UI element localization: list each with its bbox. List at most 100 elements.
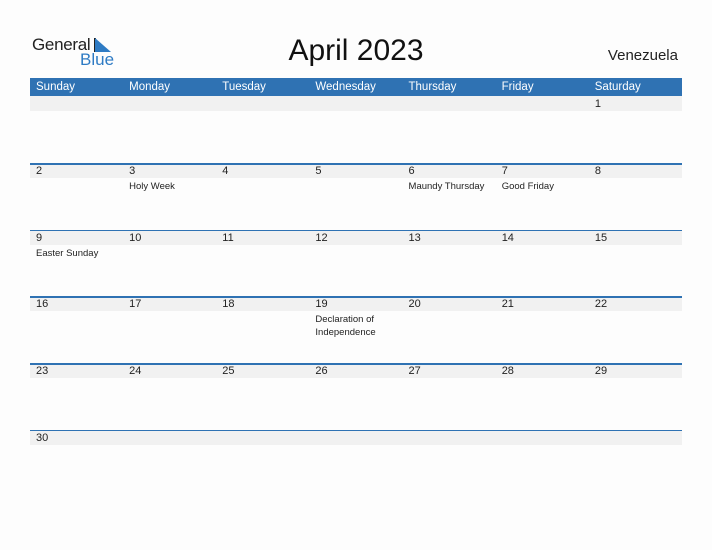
day-cell[interactable]: 7 Good Friday (496, 163, 589, 230)
day-number: 14 (501, 231, 514, 244)
weekday-tuesday: Tuesday (222, 81, 266, 93)
day-cell[interactable]: 11 (216, 230, 309, 297)
day-number: 21 (501, 298, 514, 311)
day-cell (309, 96, 402, 163)
week-row: 1 (30, 96, 682, 163)
day-cell (216, 96, 309, 163)
day-cell[interactable]: 1 (589, 96, 682, 163)
day-number (129, 96, 216, 97)
day-number: 5 (315, 165, 322, 177)
day-number (36, 96, 123, 97)
day-cell[interactable]: 15 (589, 230, 682, 297)
day-number (129, 430, 216, 431)
day-cell[interactable]: 21 (496, 296, 589, 363)
day-cell[interactable]: 5 (309, 163, 402, 230)
day-cell[interactable]: 8 (589, 163, 682, 230)
day-cell[interactable]: 29 (589, 363, 682, 430)
day-cell[interactable]: 4 (216, 163, 309, 230)
day-cell[interactable]: 12 (309, 230, 402, 297)
day-number: 28 (501, 365, 514, 378)
day-cell[interactable]: 25 (216, 363, 309, 430)
day-cell (403, 430, 496, 497)
page-title: April 2023 (288, 34, 424, 67)
weekday-sunday: Sunday (36, 81, 76, 93)
week-row: 2 3 Holy Week 4 5 6 Maundy Thursday 7 Good Frida… (30, 163, 682, 230)
day-number: 13 (408, 231, 421, 244)
day-number (595, 430, 682, 431)
day-cell (403, 96, 496, 163)
day-number (222, 96, 309, 97)
day-cell[interactable]: 2 (30, 163, 123, 230)
week-row: 30 (30, 429, 682, 497)
holiday-label: Good Friday (501, 181, 554, 192)
weekday-thursday: Thursday (408, 81, 457, 93)
day-cell (589, 430, 682, 497)
day-cell[interactable]: 17 (123, 296, 216, 363)
day-number: 30 (36, 431, 49, 444)
day-number: 18 (222, 298, 235, 311)
day-number: 8 (594, 165, 601, 177)
day-number (409, 430, 496, 431)
day-cell (123, 96, 216, 163)
weekday-saturday: Saturday (594, 81, 641, 93)
holiday-label: Holy Week (129, 181, 175, 192)
week-row: 16 17 18 19 Declaration of Independence 20 21 2… (30, 296, 682, 363)
day-number: 29 (594, 365, 608, 378)
day-number: 3 (129, 165, 136, 177)
day-number: 11 (222, 231, 234, 244)
day-cell (123, 430, 216, 497)
day-number (315, 96, 402, 97)
day-cell[interactable]: 27 (403, 363, 496, 430)
weekday-header: Sunday Monday Tuesday Wednesday Thursday Frid… (30, 78, 682, 96)
day-number: 15 (594, 231, 608, 244)
day-number: 2 (36, 165, 43, 177)
day-cell[interactable]: 16 (30, 296, 123, 363)
day-number: 6 (408, 165, 415, 177)
day-number: 27 (408, 365, 421, 378)
day-cell (496, 96, 589, 163)
day-cell[interactable]: 18 (216, 296, 309, 363)
day-cell[interactable]: 14 (496, 230, 589, 297)
day-number: 24 (129, 365, 142, 378)
day-cell[interactable]: 19 Declaration of Independence (309, 296, 402, 363)
day-number: 9 (36, 231, 43, 244)
day-cell[interactable]: 13 (403, 230, 496, 297)
day-cell (496, 430, 589, 497)
day-number: 16 (36, 298, 49, 311)
day-number: 22 (594, 298, 608, 311)
day-number (502, 96, 589, 97)
day-cell[interactable]: 26 (309, 363, 402, 430)
weekday-monday: Monday (129, 81, 171, 93)
day-cell[interactable]: 22 (589, 296, 682, 363)
day-cell[interactable]: 6 Maundy Thursday (403, 163, 496, 230)
weekday-friday: Friday (501, 81, 534, 93)
day-cell (30, 96, 123, 163)
day-number: 25 (222, 365, 235, 378)
day-cell[interactable]: 10 (123, 230, 216, 297)
day-cell (216, 430, 309, 497)
holiday-label: Maundy Thursday (408, 181, 485, 192)
day-cell[interactable]: 30 (30, 430, 123, 497)
day-number: 10 (129, 231, 142, 244)
week-row: 23 24 25 26 27 28 29 (30, 363, 682, 430)
day-cell[interactable]: 20 (403, 296, 496, 363)
day-number: 23 (36, 365, 49, 378)
holiday-label: Declaration of Independence (315, 314, 376, 339)
holiday-label: Easter Sunday (36, 247, 99, 259)
weekday-wednesday: Wednesday (315, 81, 376, 93)
day-number: 20 (408, 298, 421, 311)
day-number (315, 430, 402, 431)
day-cell[interactable]: 3 Holy Week (123, 163, 216, 230)
day-cell[interactable]: 23 (30, 363, 123, 430)
day-cell (309, 430, 402, 497)
day-number: 19 (315, 298, 328, 311)
day-cell[interactable]: 24 (123, 363, 216, 430)
day-cell[interactable]: 28 (496, 363, 589, 430)
day-number (502, 430, 589, 431)
day-number: 17 (129, 298, 142, 311)
day-cell[interactable]: 9 Easter Sunday (30, 230, 123, 297)
week-row: 9 Easter Sunday 10 11 12 13 14 15 (30, 229, 682, 297)
day-number: 1 (594, 98, 601, 110)
day-number (222, 430, 309, 431)
day-number: 7 (501, 165, 508, 177)
